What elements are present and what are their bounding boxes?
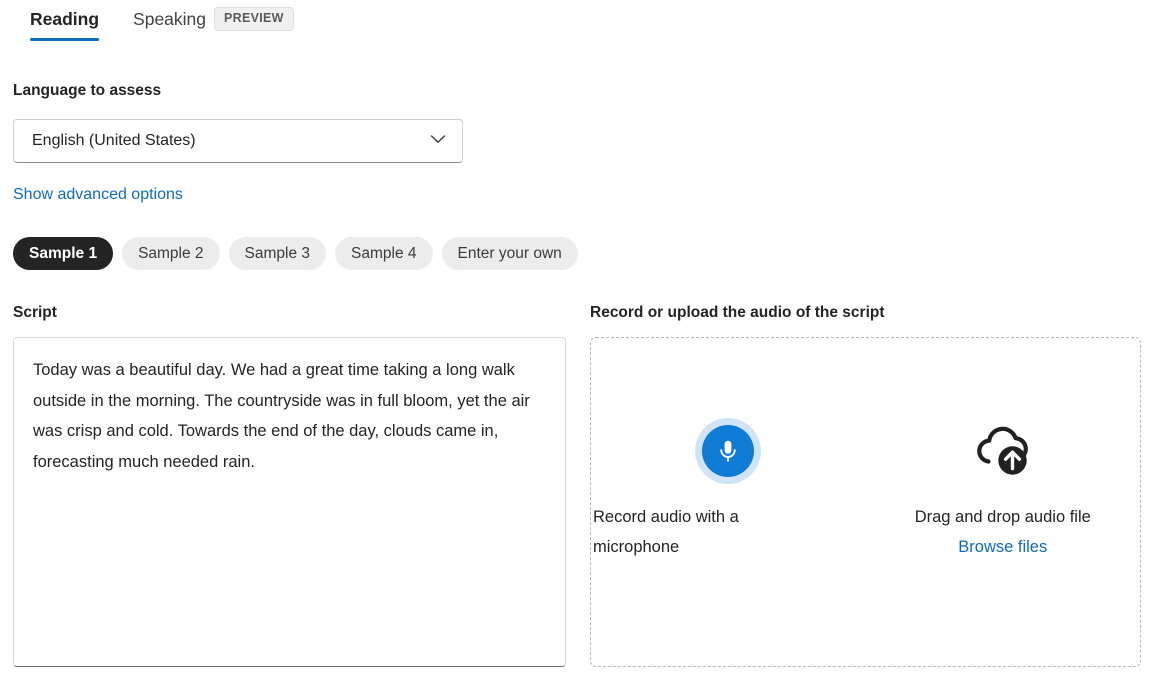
tab-speaking-label: Speaking <box>133 2 206 36</box>
cloud-upload-icon <box>972 421 1034 482</box>
microphone-icon <box>702 425 754 477</box>
record-audio-button[interactable] <box>695 418 761 484</box>
tab-reading[interactable]: Reading <box>13 0 116 36</box>
cloud-upload-button[interactable] <box>970 418 1036 484</box>
preview-badge: PREVIEW <box>214 7 294 31</box>
script-label: Script <box>13 304 57 322</box>
script-text: Today was a beautiful day. We had a grea… <box>33 355 546 477</box>
sample-selector: Sample 1 Sample 2 Sample 3 Sample 4 Ente… <box>13 237 578 270</box>
sample-pill-3[interactable]: Sample 3 <box>229 237 326 270</box>
record-or-upload-label: Record or upload the audio of the script <box>590 304 885 322</box>
tab-speaking[interactable]: Speaking PREVIEW <box>116 0 311 36</box>
show-advanced-options-link[interactable]: Show advanced options <box>13 186 183 204</box>
audio-dropzone[interactable]: Record audio with a microphone Drag and … <box>590 337 1141 667</box>
language-dropdown[interactable]: English (United States) <box>13 119 463 163</box>
tab-reading-label: Reading <box>30 2 99 36</box>
sample-pill-4[interactable]: Sample 4 <box>335 237 432 270</box>
upload-caption: Drag and drop audio file <box>866 502 1141 532</box>
sample-pill-enter-your-own[interactable]: Enter your own <box>442 237 578 270</box>
record-caption: Record audio with a microphone <box>593 502 793 562</box>
upload-icon-wrap <box>866 418 1141 484</box>
language-label: Language to assess <box>13 82 161 100</box>
record-icon-wrap <box>591 418 866 484</box>
language-selected-value: English (United States) <box>32 132 196 150</box>
chevron-down-icon <box>427 128 449 155</box>
tab-bar: Reading Speaking PREVIEW <box>13 0 311 42</box>
sample-pill-1[interactable]: Sample 1 <box>13 237 113 270</box>
sample-pill-2[interactable]: Sample 2 <box>122 237 219 270</box>
script-textarea[interactable]: Today was a beautiful day. We had a grea… <box>13 337 566 667</box>
browse-files-link[interactable]: Browse files <box>866 532 1141 562</box>
upload-option: Drag and drop audio file Browse files <box>866 338 1141 666</box>
record-option: Record audio with a microphone <box>591 338 866 666</box>
tab-active-indicator <box>30 38 99 41</box>
